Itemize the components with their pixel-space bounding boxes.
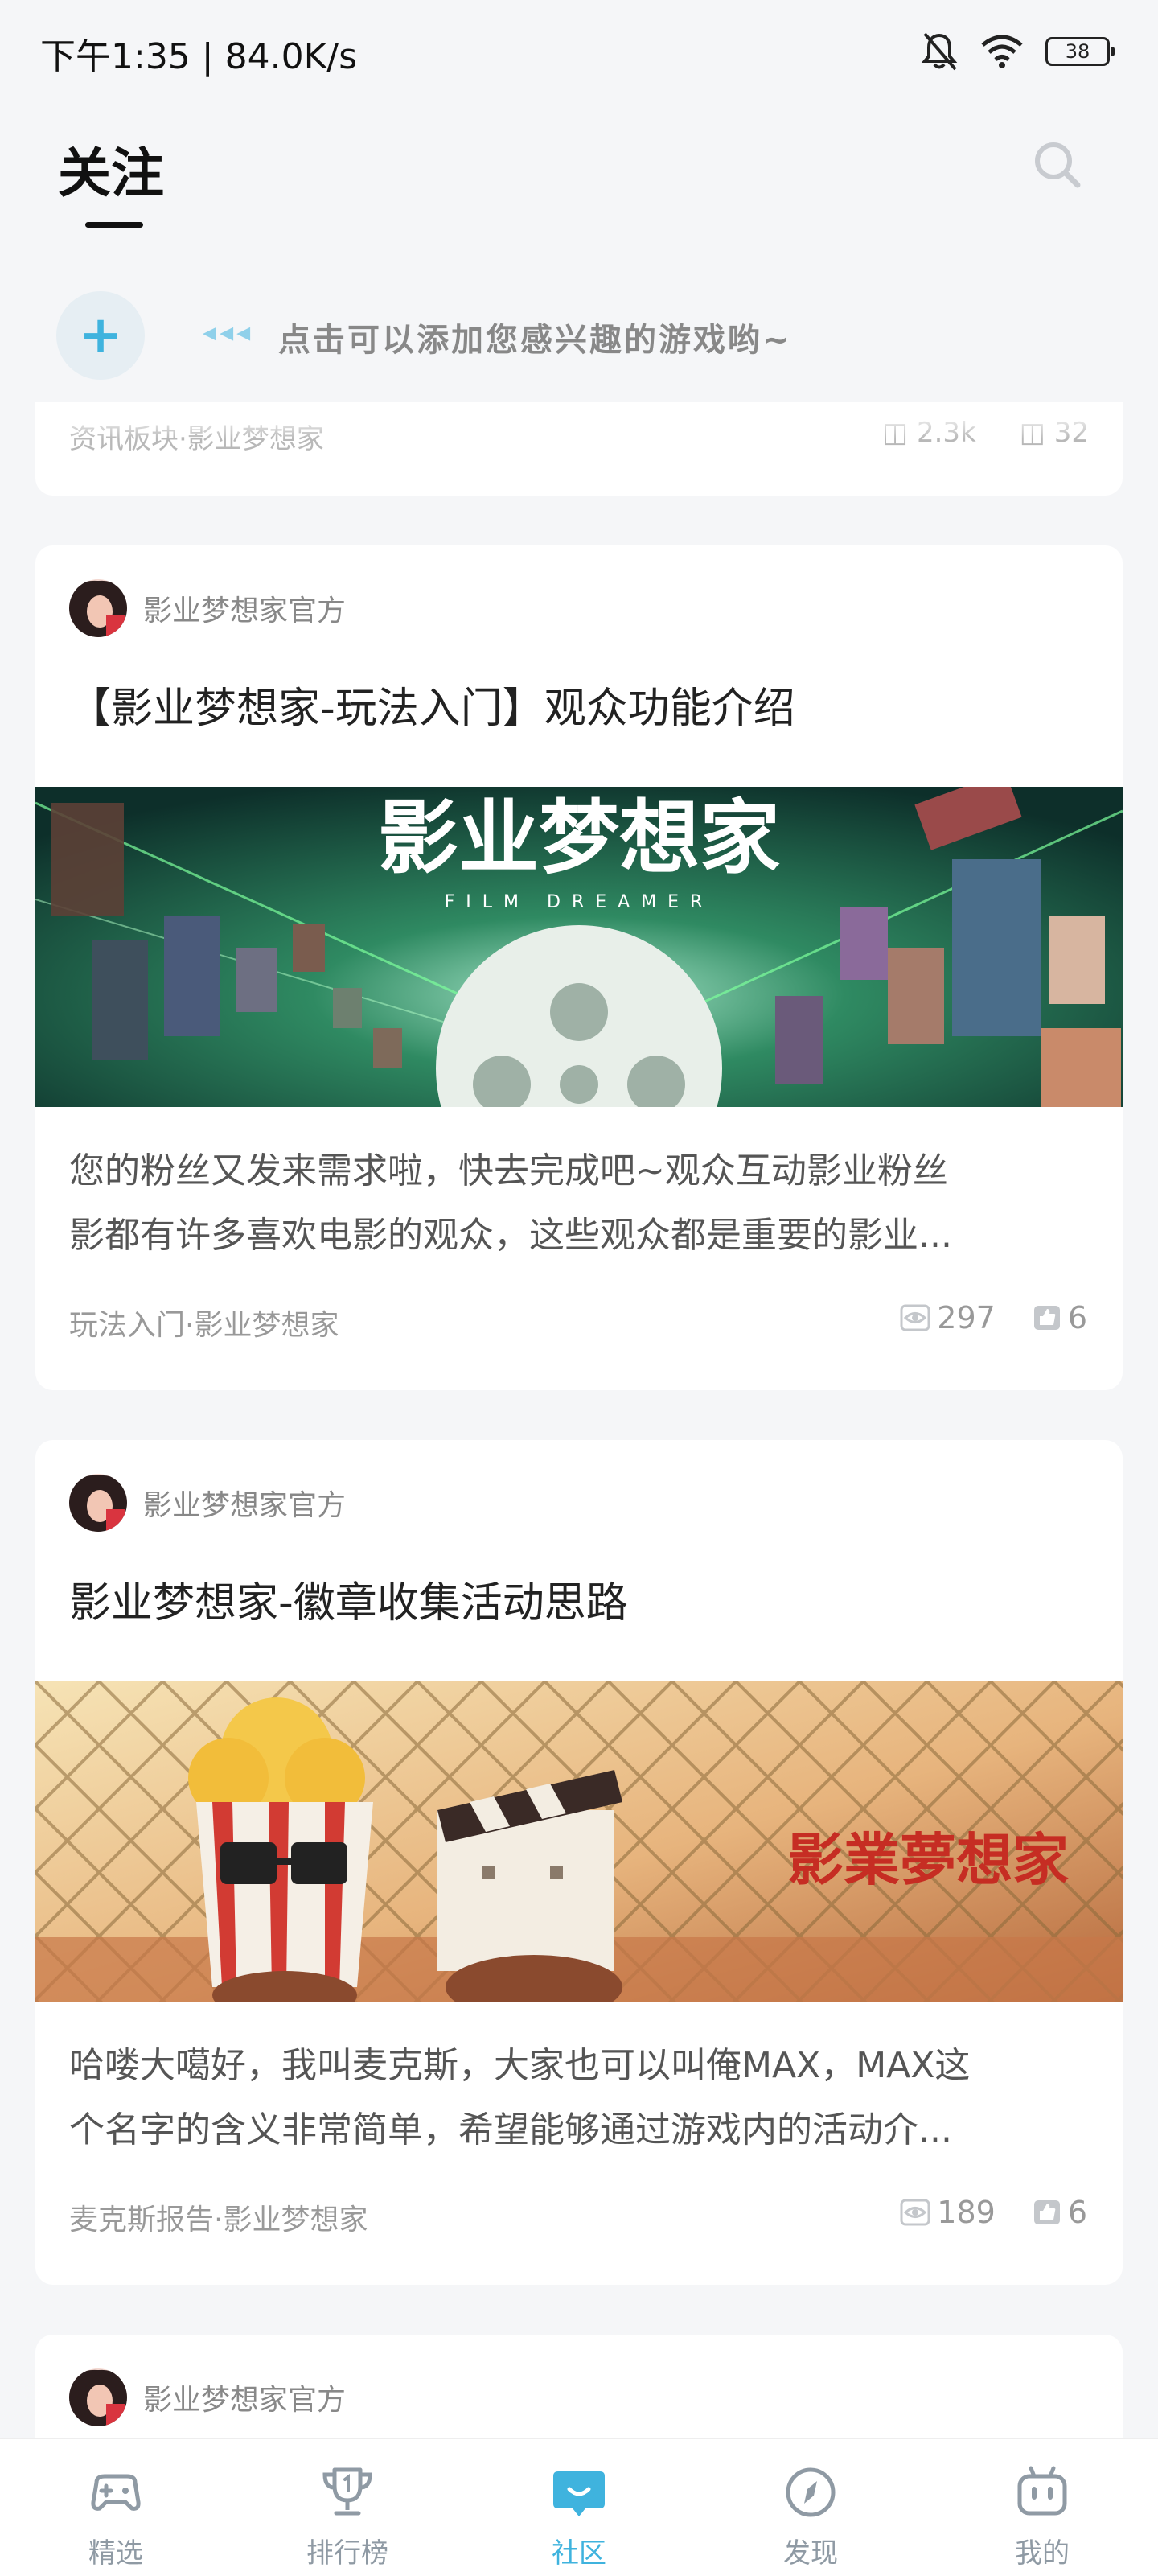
post-meta[interactable]: 麦克斯报告·影业梦想家 — [69, 2196, 368, 2238]
likes-stat[interactable]: 6 — [1033, 1300, 1087, 1335]
thumbs-up-icon — [1033, 2200, 1060, 2224]
page-header: 关注 — [0, 105, 1158, 241]
post-author[interactable]: 影业梦想家官方 — [69, 1474, 346, 1532]
battery-indicator: 38 — [1045, 37, 1115, 66]
like-count: 6 — [1067, 1300, 1087, 1335]
avatar[interactable] — [69, 2368, 127, 2426]
author-name: 影业梦想家官方 — [143, 2384, 347, 2417]
like-count: 6 — [1067, 2195, 1087, 2230]
views-stat: 297 — [900, 1300, 996, 1335]
plus-icon: + — [79, 306, 122, 365]
tab-label: 精选 — [88, 2537, 143, 2570]
post-card-partial[interactable]: 资讯板块·影业梦想家 ◫ 2.3k ◫ 32 — [35, 402, 1123, 496]
add-game-hint: 点击可以添加您感兴趣的游戏哟~ — [278, 322, 792, 359]
gamepad-icon — [91, 2474, 141, 2511]
likes-stat[interactable]: 6 — [1033, 2195, 1087, 2230]
excerpt-line: 影都有许多喜欢电影的观众，这些观众都是重要的影业... — [69, 1215, 952, 1256]
banner-subtitle: FILM DREAMER — [445, 892, 714, 912]
wifi-icon — [981, 35, 1023, 68]
post-title[interactable]: 影业梦想家-徽章收集活动思路 — [69, 1569, 628, 1629]
eye-icon — [900, 2199, 930, 2226]
avatar[interactable] — [69, 1474, 127, 1532]
avatar[interactable] — [69, 579, 127, 637]
bell-muted-icon — [921, 32, 958, 71]
title-underline — [85, 222, 143, 228]
tab-community[interactable]: 社区 — [463, 2439, 695, 2576]
author-name: 影业梦想家官方 — [143, 1489, 347, 1522]
community-chat-icon — [553, 2471, 605, 2516]
tab-label: 我的 — [1015, 2537, 1070, 2570]
post-card[interactable]: 影业梦想家官方 【影业梦想家-玩法入门】观众功能介绍 影业梦想家 FILM DR… — [35, 545, 1123, 1390]
eye-icon — [900, 1304, 930, 1331]
post-stats: 297 6 — [863, 1300, 1087, 1335]
post-excerpt: 哈喽大噶好，我叫麦克斯，大家也可以叫俺MAX，MAX这 个名字的含义非常简单，希… — [69, 2034, 1089, 2162]
post-banner-image[interactable]: 影业梦想家 FILM DREAMER — [35, 787, 1123, 1107]
tab-discover[interactable]: 发现 — [695, 2439, 926, 2576]
post-author[interactable]: 影业梦想家官方 — [69, 2368, 346, 2426]
tab-label: 排行榜 — [306, 2537, 388, 2570]
tab-label: 社区 — [552, 2537, 606, 2570]
post-excerpt: 您的粉丝又发来需求啦，快去完成吧~观众互动影业粉丝 影都有许多喜欢电影的观众，这… — [69, 1139, 1089, 1268]
post-banner-image[interactable]: 影業夢想家 — [35, 1681, 1123, 2002]
excerpt-line: 哈喽大噶好，我叫麦克斯，大家也可以叫俺MAX，MAX这 — [69, 2045, 971, 2086]
post-card[interactable]: 影业梦想家官方 影业梦想家-徽章收集活动思路 影業夢想家 哈喽大噶好，我叫麦克斯… — [35, 1440, 1123, 2285]
views-stat: 189 — [900, 2195, 996, 2230]
add-game-row: + ◂◂◂ 点击可以添加您感兴趣的游戏哟~ — [0, 265, 1158, 402]
tab-featured[interactable]: 精选 — [0, 2439, 232, 2576]
status-icons: 38 — [920, 29, 1115, 74]
battery-level: 38 — [1065, 40, 1090, 63]
view-count: 297 — [937, 1300, 996, 1335]
tab-label: 发现 — [783, 2537, 838, 2570]
banner-title: 影业梦想家 — [378, 791, 780, 885]
status-bar: 下午1:35 | 84.0K/s 38 — [0, 0, 1158, 105]
author-name: 影业梦想家官方 — [143, 595, 347, 628]
post-author[interactable]: 影业梦想家官方 — [69, 579, 346, 637]
arrows-left-icon: ◂◂◂ — [203, 316, 254, 348]
banner-title: 影業夢想家 — [787, 1826, 1069, 1893]
post-stats: 189 6 — [863, 2195, 1087, 2230]
compass-icon — [786, 2467, 836, 2517]
bottom-tab-bar: 精选 排行榜 社区 发现 我的 — [0, 2438, 1158, 2576]
post-title[interactable]: 【影业梦想家-玩法入门】观众功能介绍 — [69, 674, 795, 735]
post-meta[interactable]: 玩法入门·影业梦想家 — [69, 1302, 339, 1344]
excerpt-line: 您的粉丝又发来需求啦，快去完成吧~观众互动影业粉丝 — [69, 1150, 948, 1191]
status-time-speed: 下午1:35 | 84.0K/s — [40, 36, 358, 77]
page-title[interactable]: 关注 — [58, 130, 164, 208]
robot-profile-icon — [1017, 2466, 1067, 2516]
add-game-button[interactable]: + — [56, 291, 145, 380]
thumbs-up-icon — [1033, 1306, 1060, 1330]
trophy-icon — [322, 2467, 372, 2516]
tab-profile[interactable]: 我的 — [926, 2439, 1158, 2576]
excerpt-line: 个名字的含义非常简单，希望能够通过游戏内的活动介... — [69, 2109, 952, 2150]
view-count: 189 — [937, 2195, 996, 2230]
tab-rankings[interactable]: 排行榜 — [232, 2439, 463, 2576]
search-icon[interactable] — [1028, 135, 1087, 195]
